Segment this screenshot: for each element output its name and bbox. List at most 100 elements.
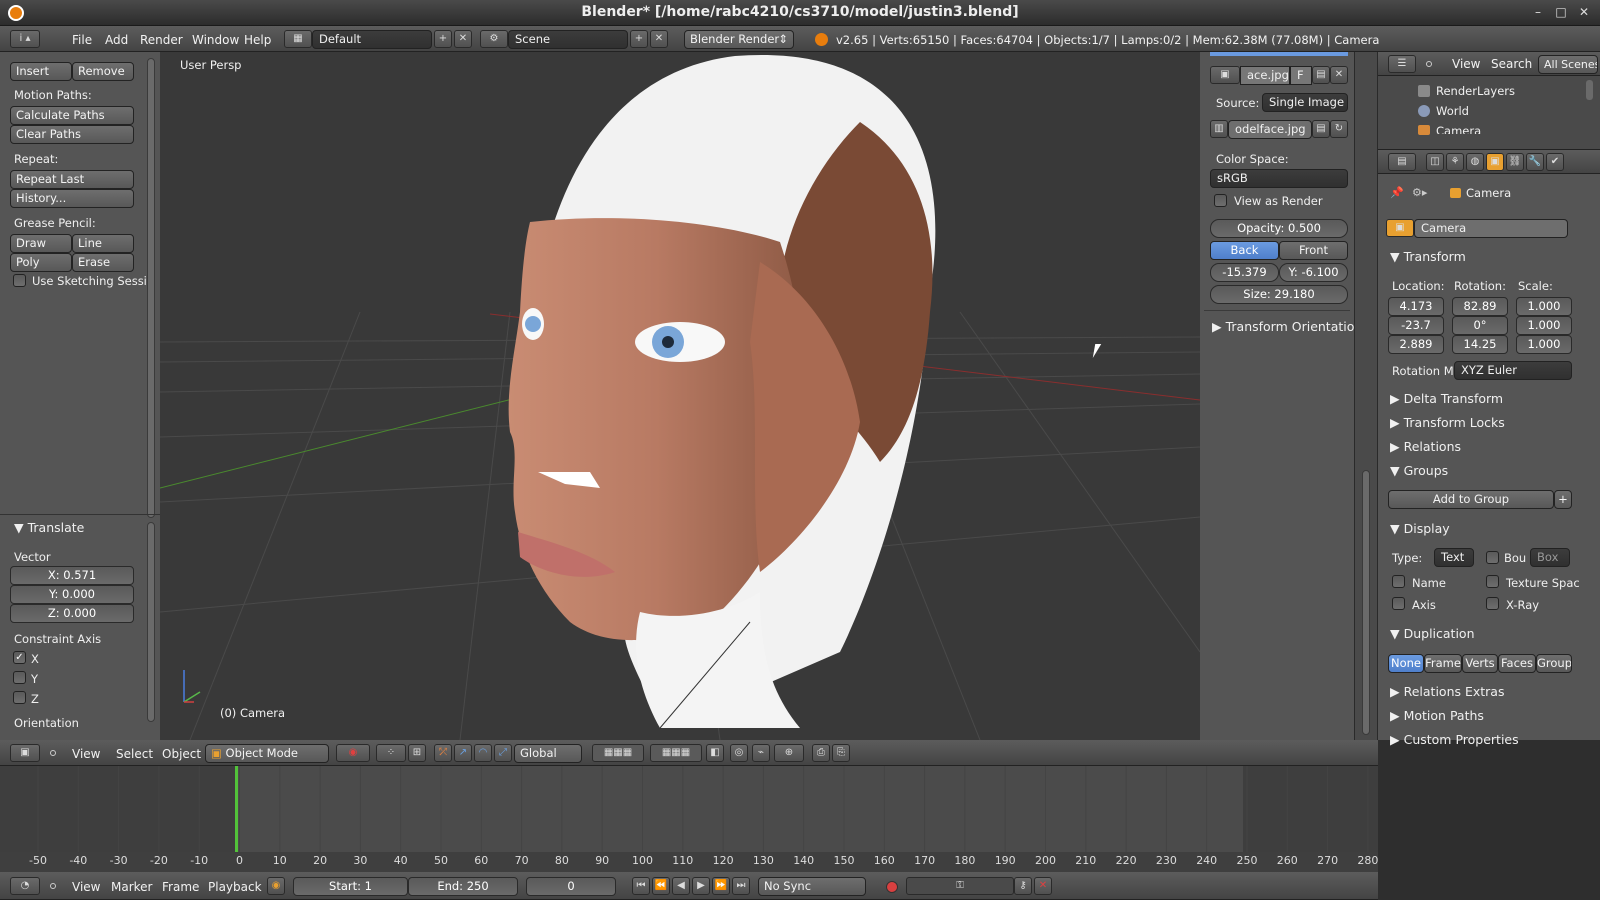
render-tab-icon[interactable]: ◫	[1426, 153, 1444, 171]
vector-z-field[interactable]: Z: 0.000	[10, 604, 134, 623]
rotation-x-field[interactable]: 82.89	[1452, 297, 1508, 316]
custom-properties-header[interactable]: ▶ Custom Properties	[1390, 732, 1519, 747]
delete-layout-icon[interactable]: ✕	[454, 30, 472, 48]
unlink-image-icon[interactable]: ✕	[1330, 66, 1348, 84]
view3d-editor-icon[interactable]: ▣	[10, 744, 40, 762]
translate-panel-header[interactable]: ▼ Translate	[14, 520, 84, 535]
keying-set-icon[interactable]: ⚿	[906, 877, 1014, 895]
insert-keyframe-button[interactable]: Insert	[10, 62, 72, 81]
display-mode-select[interactable]: All Scenes	[1538, 55, 1598, 74]
constraint-y-checkbox[interactable]	[13, 671, 26, 684]
bounds-checkbox[interactable]	[1486, 551, 1499, 564]
display-header[interactable]: ▼ Display	[1390, 521, 1450, 536]
timeline-view-menu[interactable]: View	[72, 880, 100, 894]
constraints-tab-icon[interactable]: ⛓	[1506, 153, 1524, 171]
screen-layout-field[interactable]: Default	[312, 30, 432, 49]
image-file-icon[interactable]: ▥	[1210, 120, 1228, 138]
close-icon[interactable]: ✕	[1576, 4, 1592, 20]
view3d-object-menu[interactable]: Object	[162, 747, 201, 761]
groups-header[interactable]: ▼ Groups	[1390, 463, 1448, 478]
delete-keyframe-icon[interactable]: ✕	[1034, 877, 1052, 895]
opacity-field[interactable]: Opacity: 0.500	[1210, 219, 1348, 238]
constraint-z-checkbox[interactable]	[13, 691, 26, 704]
relations-extras-header[interactable]: ▶ Relations Extras	[1390, 684, 1504, 699]
properties-editor-icon[interactable]: ▤	[1388, 153, 1416, 171]
menu-help[interactable]: Help	[244, 33, 271, 47]
transform-orientation-select[interactable]: Global	[514, 744, 582, 763]
delete-scene-icon[interactable]: ✕	[650, 30, 668, 48]
calculate-paths-button[interactable]: Calculate Paths	[10, 106, 134, 125]
layers-grid-1[interactable]: ▦▦▦	[592, 744, 644, 762]
object-name-field[interactable]: Camera	[1414, 219, 1568, 238]
prev-keyframe-icon[interactable]: ⏪	[652, 877, 670, 895]
data-tab-icon[interactable]: ✔	[1546, 153, 1564, 171]
end-frame-field[interactable]: End: 250	[408, 877, 518, 896]
back-button[interactable]: Back	[1210, 241, 1279, 260]
outliner-render-layers[interactable]: RenderLayers	[1436, 84, 1515, 98]
reload-icon[interactable]: ↻	[1330, 120, 1348, 138]
tool-shelf-scrollbar[interactable]	[147, 58, 155, 518]
dup-none-button[interactable]: None	[1388, 654, 1424, 673]
line-button[interactable]: Line	[72, 234, 134, 253]
transform-panel-header[interactable]: ▼ Transform	[1390, 249, 1466, 264]
minimize-icon[interactable]: –	[1530, 4, 1546, 20]
add-layout-icon[interactable]: +	[434, 30, 452, 48]
jump-start-icon[interactable]: ⏮	[632, 877, 650, 895]
start-frame-field[interactable]: Start: 1	[293, 877, 408, 896]
timeline-editor-icon[interactable]: ◔	[10, 877, 40, 895]
color-space-select[interactable]: sRGB	[1210, 169, 1348, 188]
render-anim-icon[interactable]: ⎘	[832, 744, 850, 762]
image-browse-icon[interactable]: ▣	[1210, 66, 1240, 84]
add-group-plus-button[interactable]: +	[1554, 490, 1572, 509]
menu-add[interactable]: Add	[105, 33, 128, 47]
poly-button[interactable]: Poly	[10, 253, 72, 272]
texture-space-checkbox[interactable]	[1486, 575, 1499, 588]
axis-checkbox[interactable]	[1392, 597, 1405, 610]
transform-locks-header[interactable]: ▶ Transform Locks	[1390, 415, 1505, 430]
vector-x-field[interactable]: X: 0.571	[10, 566, 134, 585]
menu-file[interactable]: File	[72, 33, 92, 47]
scale-y-field[interactable]: 1.000	[1516, 316, 1572, 335]
play-reverse-icon[interactable]: ◀	[672, 877, 690, 895]
outliner-camera[interactable]: Camera	[1436, 124, 1481, 134]
sync-mode-select[interactable]: No Sync	[758, 877, 866, 896]
view-as-render-checkbox[interactable]	[1214, 194, 1227, 207]
snap-element-icon[interactable]: ⊕	[774, 744, 804, 762]
clear-paths-button[interactable]: Clear Paths	[10, 125, 134, 144]
insert-keyframe-icon[interactable]: ⚷	[1014, 877, 1032, 895]
next-keyframe-icon[interactable]: ⏩	[712, 877, 730, 895]
translate-manipulator-icon[interactable]: ⤱	[434, 744, 452, 762]
outliner-view-menu[interactable]: View	[1452, 57, 1480, 71]
object-tab-icon[interactable]: ▣	[1486, 153, 1504, 171]
current-frame-field[interactable]: 0	[526, 877, 616, 896]
timeline[interactable]: -50 -40 -30 -20 -10 0 10 20 30 40 50 60 70 80 90 100 110…	[0, 766, 1378, 872]
maximize-icon[interactable]: □	[1553, 4, 1569, 20]
world-tab-icon[interactable]: ◍	[1466, 153, 1484, 171]
scale-z-field[interactable]: 1.000	[1516, 335, 1572, 354]
fake-user-button[interactable]: F	[1290, 66, 1312, 85]
source-select[interactable]: Single Image	[1262, 93, 1348, 112]
timeline-marker-menu[interactable]: Marker	[111, 880, 152, 894]
location-x-field[interactable]: 4.173	[1388, 297, 1444, 316]
arrow-manipulator-icon[interactable]: ↗	[454, 744, 472, 762]
outliner-scrollbar[interactable]	[1586, 80, 1593, 100]
browse-file-icon[interactable]: ▤	[1312, 120, 1330, 138]
layers-grid-2[interactable]: ▦▦▦	[650, 744, 702, 762]
add-to-group-button[interactable]: Add to Group	[1388, 490, 1554, 509]
view3d-select-menu[interactable]: Select	[116, 747, 153, 761]
outliner-world[interactable]: World	[1436, 104, 1469, 118]
view3d-view-menu[interactable]: View	[72, 747, 100, 761]
front-button[interactable]: Front	[1279, 241, 1348, 260]
outliner-search-menu[interactable]: Search	[1491, 57, 1532, 71]
rotation-z-field[interactable]: 14.25	[1452, 335, 1508, 354]
menu-window[interactable]: Window	[192, 33, 239, 47]
scene-tab-icon[interactable]: ⚘	[1446, 153, 1464, 171]
jump-end-icon[interactable]: ⏭	[732, 877, 750, 895]
rotate-manipulator-icon[interactable]: ◠	[474, 744, 492, 762]
viewport-shading-icon[interactable]: ◉	[336, 744, 370, 762]
lock-layers-icon[interactable]: ◧	[706, 744, 724, 762]
snap-toggle-icon[interactable]: ⌁	[752, 744, 770, 762]
repeat-last-button[interactable]: Repeat Last	[10, 170, 134, 189]
timeline-playback-menu[interactable]: Playback	[208, 880, 262, 894]
object-data-icon[interactable]: ▣	[1386, 219, 1414, 237]
